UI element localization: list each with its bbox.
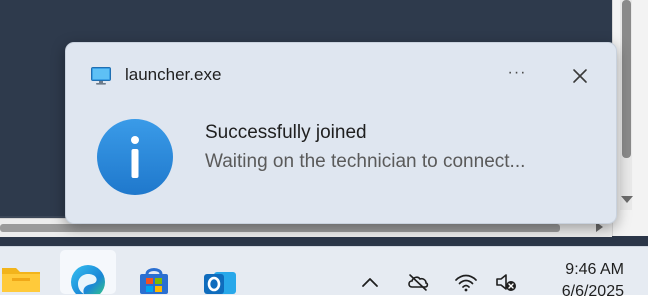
more-options-button[interactable]: ··· [502, 63, 532, 87]
info-icon [96, 118, 174, 196]
horizontal-scrollbar-thumb[interactable] [0, 224, 560, 232]
clock-time[interactable]: 9:46 AM [540, 260, 624, 280]
speaker-muted-icon[interactable] [494, 271, 518, 293]
store-icon[interactable] [132, 254, 176, 294]
monitor-icon [91, 67, 111, 85]
toast-title: Successfully joined [205, 122, 367, 143]
vertical-scrollbar-thumb[interactable] [622, 0, 631, 158]
toast-app-name: launcher.exe [125, 65, 222, 84]
scroll-down-arrow-icon[interactable] [621, 196, 633, 203]
close-icon[interactable] [566, 63, 594, 89]
edge-icon[interactable] [66, 254, 110, 299]
clock-date[interactable]: 6/6/2025 [540, 282, 624, 302]
folder-icon[interactable] [0, 254, 44, 294]
outlook-icon[interactable] [198, 254, 242, 294]
toast-notification[interactable]: launcher.exe ··· Successfully joined Wai… [65, 42, 617, 224]
toast-body: Waiting on the technician to connect... [205, 151, 526, 172]
chevron-up-icon[interactable] [358, 271, 382, 293]
onedrive-offline-icon[interactable] [406, 271, 430, 293]
wifi-icon[interactable] [454, 271, 478, 293]
